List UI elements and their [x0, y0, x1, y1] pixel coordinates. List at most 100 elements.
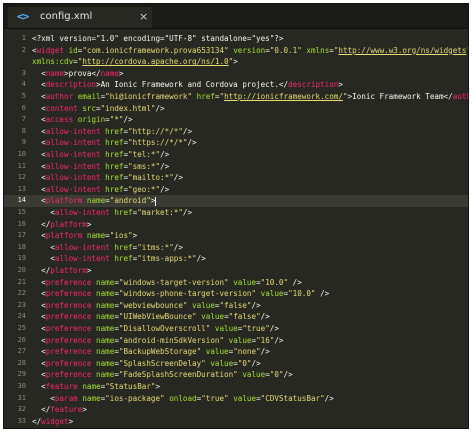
code-line[interactable]: 5 <author email="hi@ionicframework" href…: [4, 91, 468, 103]
code-token: onload: [169, 393, 197, 403]
code-token: value: [242, 370, 266, 380]
code-line[interactable]: 10 <allow-intent href="tel:*"/>: [4, 149, 468, 161]
code-token: value: [201, 312, 225, 322]
code-line[interactable]: 14 <platform name="android">: [4, 195, 468, 207]
code-line[interactable]: 4 <description>An Ionic Framework and Co…: [4, 79, 468, 91]
code-line[interactable]: 25 <preference name="DisallowOverscroll"…: [4, 323, 468, 335]
code-token: />: [315, 289, 330, 299]
code-line[interactable]: 9 <allow-intent href="https://*/*"/>: [4, 137, 468, 149]
code-line[interactable]: 30 <feature name="StatusBar">: [4, 381, 468, 393]
code-line[interactable]: 24 <preference name="UIWebViewBounce" va…: [4, 311, 468, 323]
close-icon[interactable]: ×: [139, 10, 148, 23]
code-token: <: [32, 92, 46, 101]
code-line[interactable]: 29 <preference name="FadeSplashScreenDur…: [4, 369, 468, 381]
code-line[interactable]: 23 <preference name="webviewbounce" valu…: [4, 300, 468, 312]
code-token: preference: [45, 358, 92, 368]
code-token: "false": [219, 300, 252, 310]
code-token: <: [32, 312, 46, 322]
code-text: <preference name="FadeSplashScreenDurati…: [32, 369, 293, 381]
code-token: <: [32, 370, 46, 380]
code-text: <preference name="UIWebViewBounce" value…: [32, 311, 270, 323]
code-token: preference: [45, 289, 92, 299]
code-line[interactable]: 7 <access origin="*"/>: [4, 114, 468, 126]
line-number: 11: [17, 161, 26, 170]
code-token: "false": [228, 312, 261, 322]
code-line[interactable]: 33 </widget>: [4, 416, 468, 428]
code-token: />: [269, 324, 279, 333]
code-token: >: [233, 57, 238, 67]
code-token: "0": [269, 370, 284, 380]
code-line[interactable]: 18 <allow-intent href="itms:*"/>: [4, 242, 468, 254]
code-line[interactable]: 8 <allow-intent href="http://*/*"/>: [4, 126, 468, 138]
code-line[interactable]: 13 <allow-intent href="geo:*"/>: [4, 184, 468, 196]
tab-config-xml[interactable]: <> config.xml ×: [8, 7, 152, 28]
code-line[interactable]: 20 </platform>: [4, 265, 468, 277]
code-token: "itms:*": [137, 242, 174, 252]
line-number: 8: [21, 126, 26, 135]
code-token: "https://*/*": [128, 138, 188, 148]
code-token: "16": [256, 335, 275, 345]
code-line[interactable]: 15 <allow-intent href="market:*"/>: [4, 207, 468, 219]
code-token: "sms:*": [128, 161, 161, 171]
code-token: preference: [45, 370, 92, 380]
code-token: "com.ionicframework.prova653134": [82, 45, 229, 55]
code-token: "windows-target-version": [118, 277, 229, 287]
code-line[interactable]: 3 <name>prova</name>: [4, 68, 468, 80]
code-token: <: [32, 231, 46, 241]
code-text: <allow-intent href="market:*"/>: [32, 207, 192, 219]
code-token: allow-intent: [45, 161, 101, 171]
code-token: <: [32, 324, 46, 333]
code-token: author: [45, 92, 74, 101]
code-line[interactable]: 19 <allow-intent href="itms-apps:*"/>: [4, 253, 468, 265]
code-token: name: [96, 324, 115, 333]
code-token: name: [96, 300, 115, 310]
line-number: 12: [17, 173, 26, 182]
code-line[interactable]: xmlns:cdv="http://cordova.apache.org/ns/…: [4, 56, 468, 68]
code-text: <allow-intent href="itms-apps:*"/>: [32, 253, 206, 265]
code-text: <allow-intent href="http://*/*"/>: [32, 126, 192, 138]
code-line[interactable]: 17 <platform name="ios">: [4, 230, 468, 242]
code-token: href: [114, 208, 133, 217]
code-line[interactable]: 21 <preference name="windows-target-vers…: [4, 277, 468, 289]
code-token: />: [182, 126, 193, 136]
code-line[interactable]: 16 </platform>: [4, 219, 468, 231]
code-token: <: [32, 196, 46, 206]
code-text: <preference name="windows-phone-target-v…: [32, 288, 329, 300]
code-editor[interactable]: 1 <?xml version="1.0" encoding="UTF-8" st…: [4, 29, 468, 428]
code-token: <: [32, 382, 46, 391]
code-token: value: [210, 358, 234, 368]
code-line[interactable]: 1 <?xml version="1.0" encoding="UTF-8" st…: [4, 33, 468, 45]
code-line[interactable]: 31 <param name="ios-package" onload="tru…: [4, 393, 468, 405]
code-text: <author email="hi@ionicframework" href="…: [32, 91, 468, 103]
code-line[interactable]: 28 <preference name="SplashScreenDelay" …: [4, 358, 468, 370]
code-line[interactable]: 12 <allow-intent href="mailto:*"/>: [4, 172, 468, 184]
code-line[interactable]: 2 <widget id="com.ionicframework.prova653…: [4, 45, 468, 57]
code-token: http://cordova.apache.org/ns/1.0: [82, 57, 229, 67]
code-token: >: [118, 68, 124, 78]
code-token: platform: [45, 196, 83, 206]
code-token: >: [68, 416, 74, 426]
code-text: <access origin="*"/>: [32, 114, 132, 126]
code-token: "http://*/*": [128, 126, 183, 136]
code-line[interactable]: 32 </feature>: [4, 404, 468, 416]
code-token: />: [274, 335, 284, 345]
code-token: />: [155, 103, 165, 113]
code-token: <: [32, 242, 55, 252]
line-number: 24: [17, 312, 26, 321]
code-token: name: [86, 196, 106, 206]
code-token: />: [160, 161, 170, 171]
code-line[interactable]: 26 <preference name="android-minSdkVersi…: [4, 335, 468, 347]
code-line[interactable]: 6 <content src="index.html"/>: [4, 103, 468, 115]
code-line[interactable]: 22 <preference name="windows-phone-targe…: [4, 288, 468, 300]
code-token: xmlns:cdv: [32, 57, 74, 67]
line-number: 5: [21, 92, 26, 100]
tab-bar: <> config.xml ×: [4, 4, 468, 29]
code-line[interactable]: 27 <preference name="BackupWebStorage" v…: [4, 346, 468, 358]
code-line[interactable]: 11 <allow-intent href="sms:*"/>: [4, 161, 468, 173]
line-number: 20: [17, 266, 26, 274]
code-token: <: [32, 126, 46, 136]
text-cursor: [155, 196, 157, 206]
code-token: name: [96, 277, 115, 287]
code-text: <widget id="com.ionicframework.prova6531…: [32, 45, 468, 57]
code-token: <: [32, 393, 55, 403]
